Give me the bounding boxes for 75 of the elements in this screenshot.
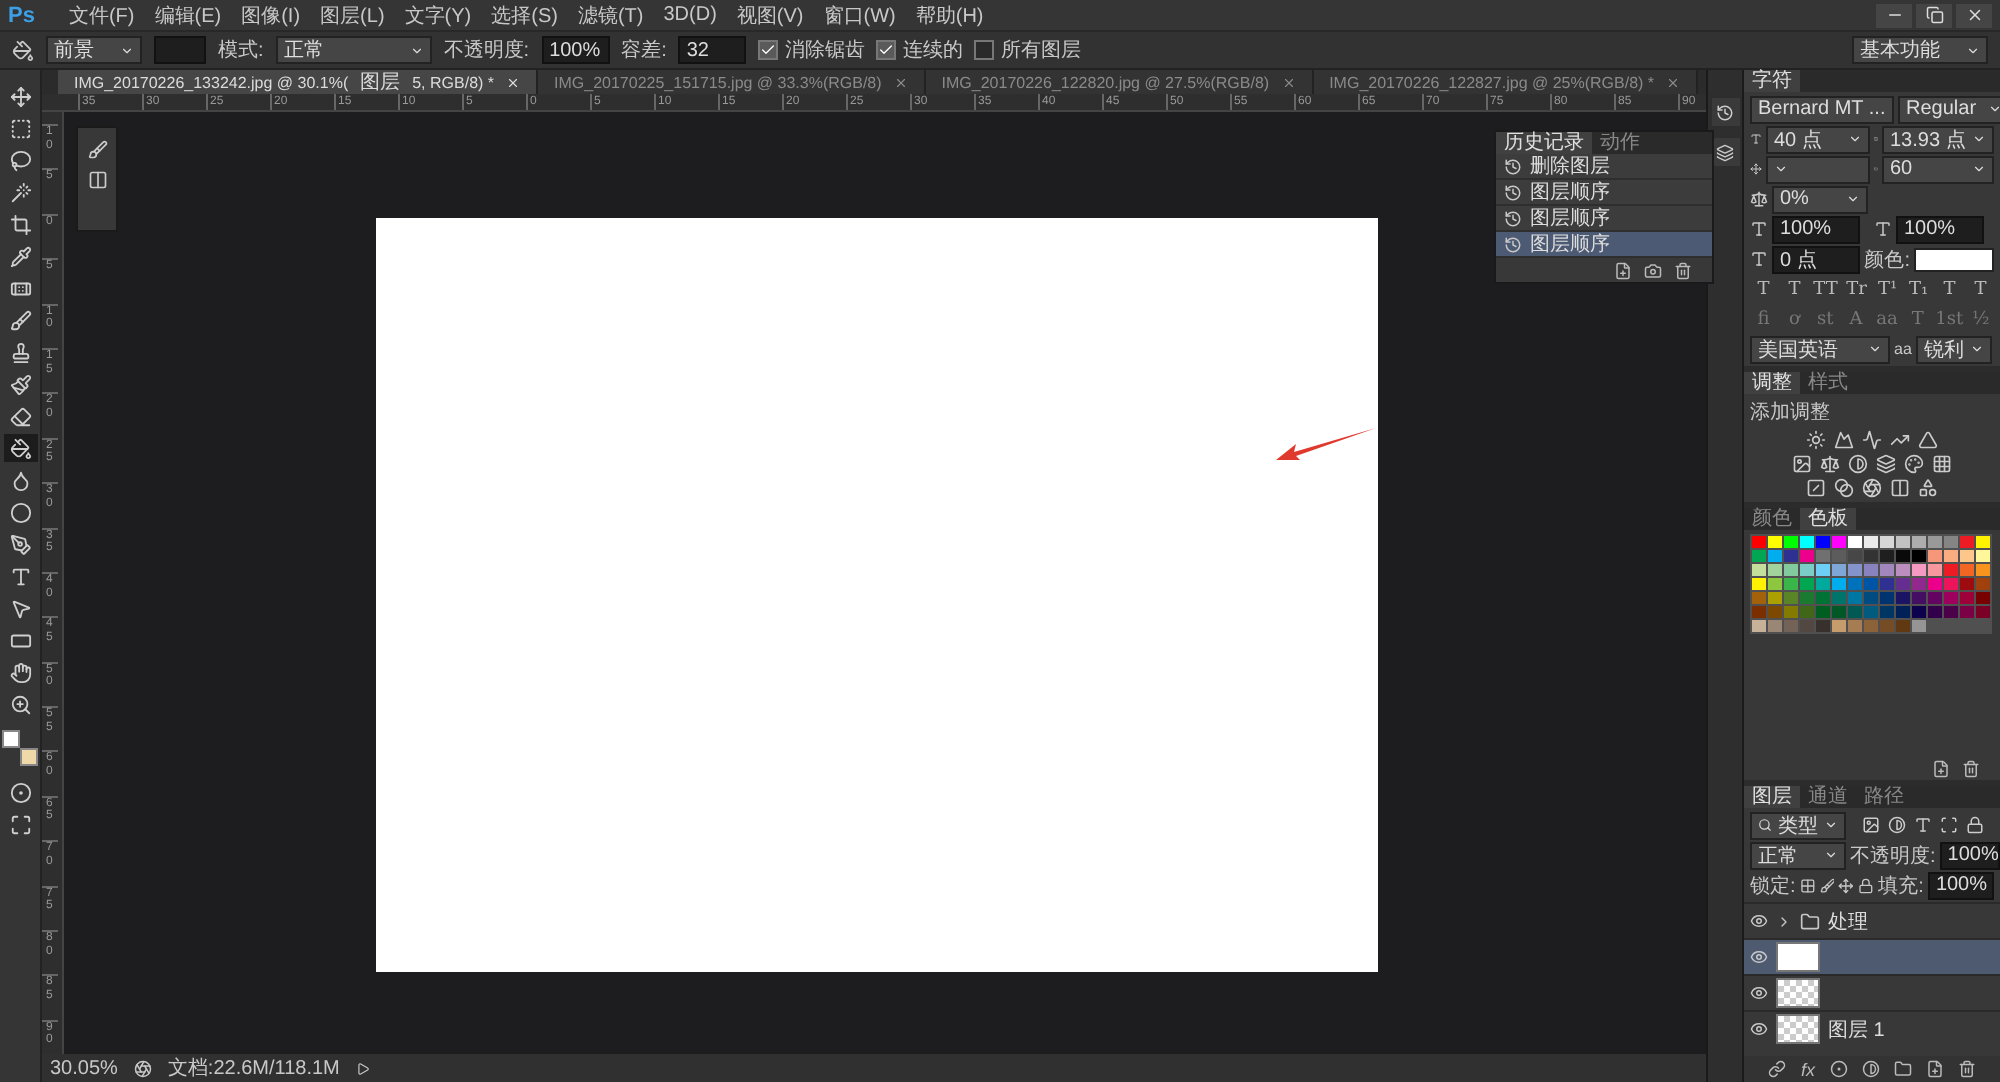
antialias-label: aa [1894,340,1912,358]
checkbox-label: 消除锯齿 [784,37,865,64]
panel-tab[interactable]: 调整 [1744,372,1800,394]
history-item[interactable]: 删除图层 [1496,154,1712,180]
leading-select[interactable]: 13.93 点 [1882,125,1994,153]
font-style-select[interactable]: Regular [1898,95,2000,123]
app-logo: Ps [8,3,35,27]
opacity-field[interactable]: 100% [1939,841,2000,869]
menu-item[interactable]: 3D(D) [657,4,723,26]
panel-tab[interactable]: 历史记录 [1496,132,1592,154]
text-style-button[interactable]: T¹ [1874,279,1901,299]
layer-name: 图层 1 [1828,1017,1885,1043]
history-item[interactable]: 图层顺序 [1496,206,1712,232]
history-item[interactable]: 图层顺序 [1496,232,1712,258]
menu-item[interactable]: 文字(Y) [398,1,478,29]
menu-item[interactable]: 滤镜(T) [571,1,650,29]
menu-item[interactable]: 编辑(E) [148,1,228,29]
document-tab[interactable]: IMG_20170225_151715.jpg @ 33.3%(RGB/8) [538,70,926,94]
tsume-select[interactable]: 0% [1772,185,1868,213]
mode-select[interactable]: 正常 [275,36,432,64]
menu-item[interactable]: 图像(I) [235,1,307,29]
blend-mode-select[interactable]: 正常 [1750,841,1846,869]
panel-tab[interactable]: 路径 [1856,786,1912,808]
tracking-select[interactable]: 60 [1882,155,1994,183]
menu-item[interactable]: 帮助(H) [909,1,990,29]
text-style-button[interactable]: T [1781,279,1808,299]
opacity-label: 不透明度: [443,37,530,64]
text-style-button[interactable]: T [1936,279,1963,299]
opacity-field[interactable]: 100% [541,36,610,64]
fill-label: 填充: [1878,873,1924,899]
font-family-select[interactable]: Bernard MT ... [1750,95,1894,123]
vertical-scale-field[interactable]: 100% [1772,215,1860,243]
language-select[interactable]: 美国英语 [1750,335,1890,363]
menu-item[interactable]: 文件(F) [62,1,141,29]
filter-select[interactable]: 类型 [1750,811,1846,839]
mode-label: 模式: [218,37,264,64]
workspace-select[interactable]: 基本功能 [1852,36,1988,64]
menu-item[interactable]: 选择(S) [485,1,564,29]
fill-field[interactable]: 100% [1927,871,1995,899]
panel-tab[interactable]: 动作 [1592,132,1648,154]
panel-tab[interactable]: 颜色 [1744,508,1800,530]
text-style-button[interactable]: T₁ [1905,279,1932,299]
lock-label: 锁定: [1750,873,1796,899]
antialias-select[interactable]: 锐利 [1915,335,1992,363]
effects-button[interactable]: fx [1800,1059,1815,1079]
panel-tab[interactable]: 通道 [1800,786,1856,808]
document-tab[interactable]: IMG_20170226_122827.jpg @ 25%(RGB/8) * [1313,70,1699,94]
text-style-button[interactable]: T [1967,279,1994,299]
document-size: 文档:22.6M/118.1M [167,1055,340,1082]
menu-item[interactable]: 图层(L) [314,1,391,29]
text-style-button[interactable]: T [1750,279,1777,299]
tolerance-label: 容差: [621,37,667,64]
fill-source-select[interactable]: 前景 [46,36,142,64]
horizontal-scale-field[interactable]: 100% [1896,215,1984,243]
text-style-button[interactable]: TT [1812,279,1839,299]
document-tab[interactable]: IMG_20170226_122820.jpg @ 27.5%(RGB/8) [925,70,1314,94]
history-item[interactable]: 图层顺序 [1496,180,1712,206]
checkbox-label: 所有图层 [1000,37,1081,64]
tolerance-field[interactable]: 32 [678,36,747,64]
panel-tab[interactable]: 色板 [1800,508,1856,530]
panel-tab[interactable]: 图层 [1744,786,1800,808]
panel-tab[interactable]: 样式 [1800,372,1856,394]
opacity-label: 不透明度: [1850,843,1936,869]
layer-row[interactable]: 图层 1 [1744,1010,2000,1046]
panel-tab[interactable]: 字符 [1744,70,1800,92]
layer-name: 处理 [1828,909,1868,935]
menu-item[interactable]: 视图(V) [730,1,810,29]
text-style-button[interactable]: Tr [1843,279,1870,299]
color-label: 颜色: [1864,247,1910,273]
panel-title: 添加调整 [1750,399,1832,426]
baseline-shift-field[interactable]: 0 点 [1772,245,1860,273]
checkbox-label: 连续的 [902,37,963,64]
menu-item[interactable]: 窗口(W) [817,1,902,29]
font-size-select[interactable]: 40 点 [1766,125,1870,153]
document-tab[interactable]: IMG_20170226_133242.jpg @ 30.1%(图层 5, RGB/8) * [58,70,539,94]
